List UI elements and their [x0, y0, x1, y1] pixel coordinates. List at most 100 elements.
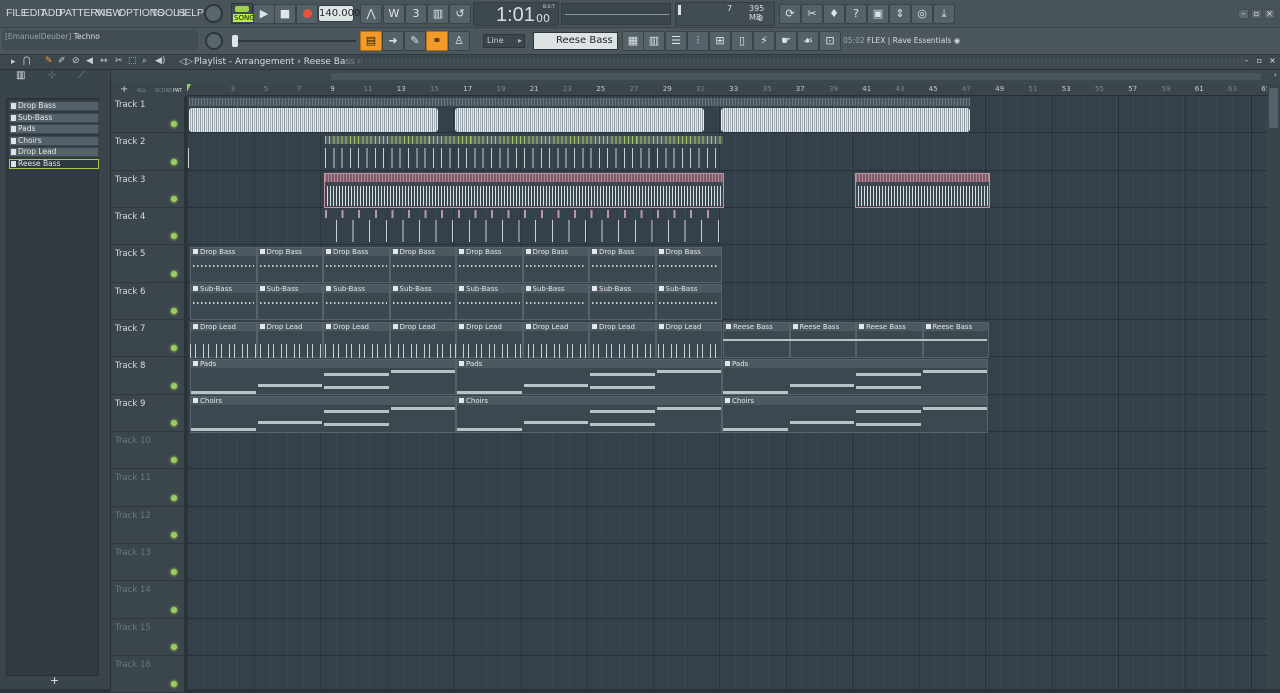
- minimize-icon[interactable]: –: [1238, 9, 1249, 19]
- project-browser-icon[interactable]: ▯: [731, 31, 753, 51]
- playlist-overview[interactable]: [345, 58, 1245, 66]
- cut-icon[interactable]: ✂: [801, 4, 823, 24]
- select-tool-icon[interactable]: ⬚: [128, 56, 137, 66]
- piano-roll-icon[interactable]: ▥: [643, 31, 665, 51]
- master-pitch-knob[interactable]: [205, 32, 223, 50]
- tempo-display[interactable]: 140.000: [318, 5, 360, 22]
- mute-tool-icon[interactable]: ◀: [86, 56, 93, 66]
- render-icon[interactable]: ⇕: [889, 4, 911, 24]
- track-header-13[interactable]: Track 13: [111, 543, 184, 582]
- scroll-right-icon[interactable]: ›: [1274, 70, 1277, 79]
- playlist-minimize-icon[interactable]: –: [1241, 57, 1252, 67]
- clip-pads[interactable]: Pads: [456, 359, 722, 395]
- clip-sub-bass[interactable]: Sub-Bass: [190, 284, 257, 320]
- pattern-item-choirs[interactable]: Choirs: [9, 135, 99, 146]
- master-volume-knob[interactable]: [204, 4, 223, 23]
- play-button[interactable]: ▶: [253, 4, 275, 24]
- clip-pads[interactable]: Pads: [722, 359, 988, 395]
- clip-sub-bass[interactable]: Sub-Bass: [655, 284, 722, 320]
- track-mute-led[interactable]: [171, 270, 177, 277]
- paint-tool-icon[interactable]: ✐: [58, 56, 66, 66]
- track-header-10[interactable]: Track 10: [111, 431, 184, 470]
- track-mute-led[interactable]: [171, 121, 177, 128]
- microphone-icon[interactable]: ♦: [823, 4, 845, 24]
- clip-sub-bass[interactable]: Sub-Bass: [522, 284, 589, 320]
- close-icon[interactable]: ×: [1264, 9, 1275, 19]
- notes-track4[interactable]: [336, 220, 724, 242]
- channel-rack-icon[interactable]: ▦: [622, 31, 644, 51]
- clip-track3-b[interactable]: [855, 173, 990, 208]
- track-header-1[interactable]: Track 1: [111, 96, 184, 134]
- audio-clip-track1-a[interactable]: [189, 108, 438, 132]
- track-header-12[interactable]: Track 12: [111, 506, 184, 544]
- clip-drop-bass[interactable]: Drop Bass: [456, 247, 523, 283]
- pattern-selector[interactable]: Reese Bass: [533, 32, 618, 50]
- brush-icon[interactable]: ✎: [404, 31, 426, 51]
- delete-tool-icon[interactable]: ⊘: [72, 56, 80, 66]
- zoom-tool-icon[interactable]: ⌕: [142, 56, 147, 66]
- note-track2-start[interactable]: [188, 148, 189, 168]
- mixer-icon[interactable]: ⫶: [687, 31, 709, 51]
- pattern-item-drop-bass[interactable]: Drop Bass: [9, 101, 99, 111]
- vertical-scrollbar[interactable]: [1267, 84, 1280, 689]
- pattern-item-drop-lead[interactable]: Drop Lead: [9, 147, 99, 157]
- browser-tab-score[interactable]: SCORE: [155, 88, 172, 94]
- clip-drop-bass[interactable]: Drop Bass: [655, 247, 722, 283]
- clip-sub-bass[interactable]: Sub-Bass: [456, 284, 523, 320]
- clip-sub-bass[interactable]: Sub-Bass: [256, 284, 323, 320]
- add-pattern-button[interactable]: +: [50, 674, 59, 687]
- track-header-16[interactable]: Track 16: [111, 655, 184, 693]
- song-position-display[interactable]: 1:01 00 B:S:T: [473, 2, 559, 26]
- menu-help[interactable]: HELP: [177, 7, 204, 19]
- browser-icon[interactable]: ☰: [665, 31, 687, 51]
- plugin-picker-icon[interactable]: ⊞: [709, 31, 731, 51]
- playlist-maximize-icon[interactable]: ▫: [1254, 57, 1265, 67]
- shop-icon[interactable]: ⊡: [819, 31, 841, 51]
- clip-drop-bass[interactable]: Drop Bass: [522, 247, 589, 283]
- clip-drop-bass[interactable]: Drop Bass: [389, 247, 456, 283]
- track-header-15[interactable]: Track 15: [111, 618, 184, 656]
- track-mute-led[interactable]: [171, 569, 177, 576]
- timeline-ruler[interactable]: 3 5 7 9 11 13 15 17 19 21 23 25 27 29 31 33 35 37 39 41 43 45…: [187, 84, 1270, 96]
- audio-clip-track1-c[interactable]: [721, 108, 970, 132]
- track-header-4[interactable]: Track 4: [111, 207, 184, 246]
- track-header-2[interactable]: Track 2: [111, 133, 184, 171]
- pattern-item-pads[interactable]: Pads: [9, 124, 99, 134]
- track-mute-led[interactable]: [171, 158, 177, 165]
- slice-tool-icon[interactable]: ✂: [115, 56, 123, 66]
- countdown-icon[interactable]: 3: [405, 4, 427, 24]
- browser-tab-pat[interactable]: PAT: [173, 88, 182, 94]
- magnet-icon[interactable]: ⋂: [23, 56, 30, 66]
- metronome-icon[interactable]: ⋀: [360, 4, 382, 24]
- slip-tool-icon[interactable]: ↔: [100, 56, 108, 66]
- track-mute-led[interactable]: [171, 457, 177, 464]
- track-mute-led[interactable]: [171, 382, 177, 389]
- track-header-5[interactable]: Track 5: [111, 245, 184, 283]
- stop-button[interactable]: ■: [274, 4, 296, 24]
- track-header-14[interactable]: Track 14: [111, 581, 184, 619]
- track-header-9[interactable]: Track 9: [111, 394, 184, 432]
- track-header-3[interactable]: Track 3: [111, 170, 184, 208]
- track-header-11[interactable]: Track 11: [111, 469, 184, 507]
- notes-track2[interactable]: [325, 148, 723, 168]
- clip-pads[interactable]: Pads: [190, 359, 456, 395]
- draw-tool-icon[interactable]: ✎: [45, 56, 53, 66]
- clip-sub-bass[interactable]: Sub-Bass: [323, 284, 390, 320]
- piano-roll-toggle-icon[interactable]: ➜: [382, 31, 404, 51]
- track-header-8[interactable]: Track 8: [111, 357, 184, 395]
- clip-sub-bass[interactable]: Sub-Bass: [589, 284, 656, 320]
- track-mute-led[interactable]: [171, 195, 177, 202]
- track-mute-led[interactable]: [171, 345, 177, 352]
- track-mute-led[interactable]: [171, 419, 177, 426]
- clip-drop-bass[interactable]: Drop Bass: [256, 247, 323, 283]
- wait-record-icon[interactable]: W: [383, 4, 405, 24]
- track-mute-led[interactable]: [171, 233, 177, 240]
- news-panel[interactable]: 05:02 FLEX | Rave Essentials ◉: [843, 32, 960, 50]
- picker-automation-icon[interactable]: ⟋: [78, 70, 85, 81]
- clip-drop-bass[interactable]: Drop Bass: [190, 247, 257, 283]
- chat-icon[interactable]: ◎: [911, 4, 933, 24]
- track-mute-led[interactable]: [171, 531, 177, 538]
- notes-track7[interactable]: [190, 344, 722, 358]
- add-track-icon[interactable]: +: [120, 84, 128, 95]
- restore-icon[interactable]: ▫: [1251, 9, 1262, 19]
